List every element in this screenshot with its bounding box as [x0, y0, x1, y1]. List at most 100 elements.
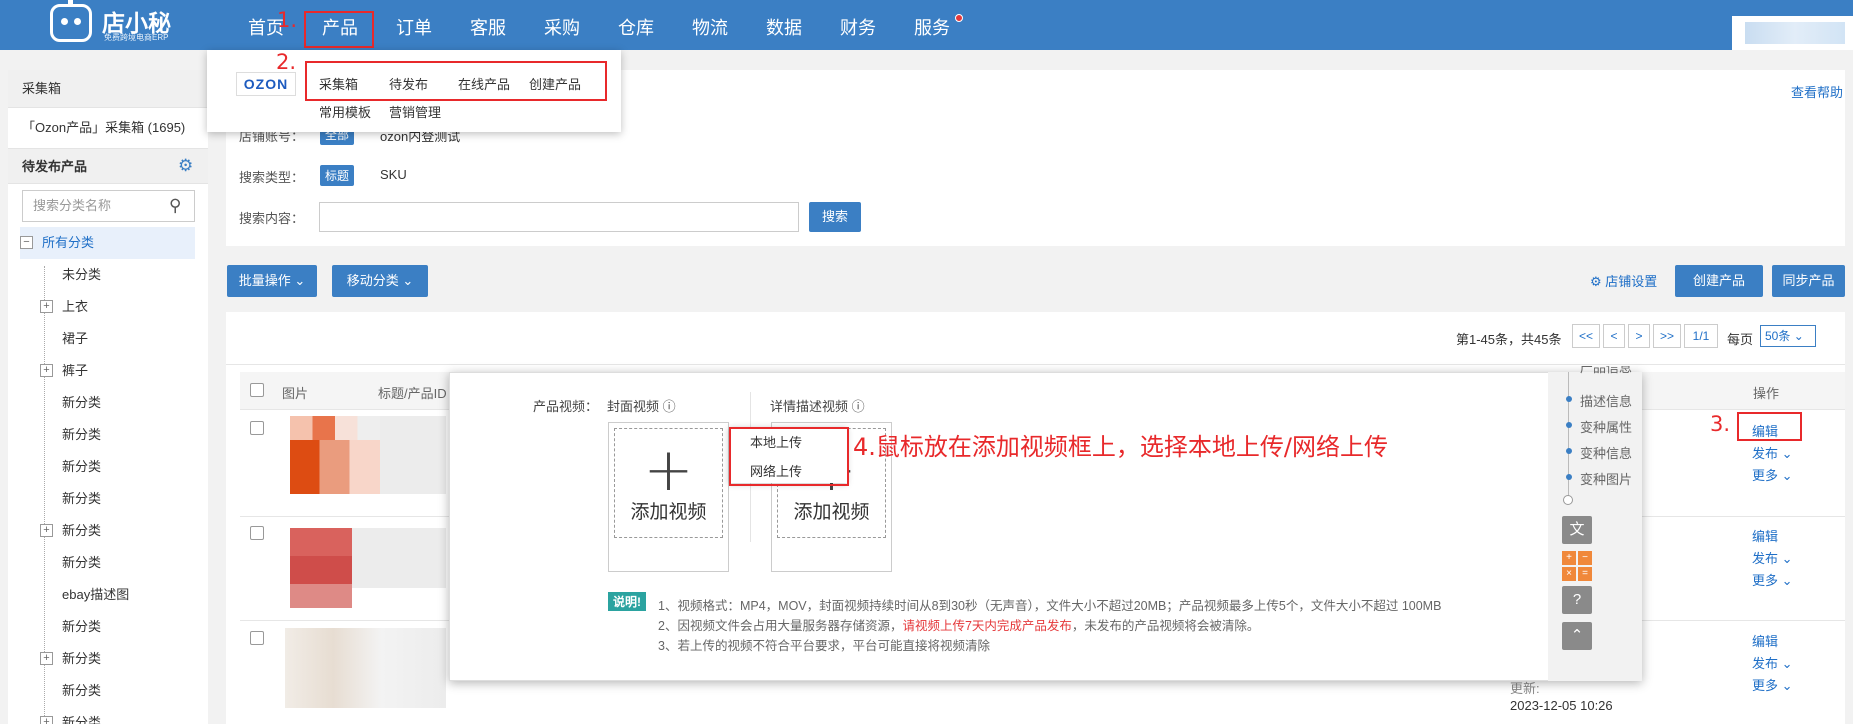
annotation-box-edit — [1737, 412, 1802, 441]
tree-item[interactable]: 新分类 — [20, 451, 195, 483]
tree-item[interactable]: 未分类 — [20, 259, 195, 291]
sidebar-item-ozon-collect[interactable]: 「Ozon产品」采集箱 (1695) — [8, 110, 208, 146]
robot-logo-icon — [50, 4, 92, 42]
gear-icon[interactable]: ⚙ — [178, 156, 193, 176]
tree-item[interactable]: + 裤子 — [20, 355, 195, 387]
tree-item[interactable]: 新分类 — [20, 547, 195, 579]
tree-root-all[interactable]: − 所有分类 — [20, 227, 195, 259]
side-nav-dot — [1566, 448, 1572, 454]
tree-item[interactable]: 新分类 — [20, 387, 195, 419]
more-link[interactable]: 更多 ⌄ — [1752, 570, 1793, 589]
logo-subtitle: 免费跨境电商ERP — [104, 33, 169, 42]
tree-item[interactable]: + 新分类 — [20, 515, 195, 547]
side-nav-product-info[interactable]: 产品信息 — [1580, 366, 1632, 376]
row-checkbox[interactable] — [250, 631, 264, 645]
batch-operations-button[interactable]: 批量操作 ⌄ — [227, 265, 317, 297]
move-category-button[interactable]: 移动分类 ⌄ — [332, 265, 428, 297]
select-all-checkbox[interactable] — [250, 383, 264, 397]
calculator-icon[interactable]: + − × = — [1562, 551, 1592, 581]
help-link[interactable]: 查看帮助 — [1791, 82, 1843, 101]
note-2-post: ，未发布的产品视频将会被清除。 — [1071, 619, 1260, 633]
row-checkbox[interactable] — [250, 526, 264, 540]
create-product-button[interactable]: 创建产品 — [1675, 265, 1763, 297]
note-3: 3、若上传的视频不符合平台要求，平台可能直接将视频清除 — [658, 639, 990, 653]
tree-item[interactable]: + 新分类 — [20, 707, 195, 724]
nav-purchase[interactable]: 采购 — [527, 0, 597, 50]
question-icon[interactable]: ? — [1562, 586, 1592, 614]
nav-finance[interactable]: 财务 — [823, 0, 893, 50]
search-content-input[interactable] — [319, 202, 799, 232]
edit-link[interactable]: 编辑 — [1752, 631, 1778, 650]
expand-icon[interactable]: + — [40, 364, 53, 377]
more-link[interactable]: 更多 ⌄ — [1752, 465, 1793, 484]
side-nav-variant-images[interactable]: 变种图片 — [1580, 469, 1632, 488]
publish-label: 发布 — [1752, 551, 1779, 566]
chevron-down-icon: ⌄ — [1778, 573, 1793, 588]
product-thumbnail-blur — [352, 528, 446, 588]
side-nav-variant-attrs[interactable]: 变种属性 — [1580, 417, 1632, 436]
more-label: 更多 — [1752, 573, 1779, 588]
user-name-blurred — [1745, 22, 1845, 44]
menu-templates[interactable]: 常用模板 — [319, 102, 371, 121]
more-label: 更多 — [1752, 678, 1779, 693]
page-prev[interactable]: < — [1603, 324, 1625, 348]
cover-video-title-text: 封面视频 — [607, 399, 660, 414]
nav-logistics[interactable]: 物流 — [675, 0, 745, 50]
nav-orders[interactable]: 订单 — [379, 0, 449, 50]
page-last[interactable]: >> — [1653, 324, 1681, 348]
tree-item[interactable]: 新分类 — [20, 419, 195, 451]
product-thumbnail[interactable] — [285, 628, 446, 708]
note-2: 2、因视频文件会占用大量服务器存储资源，请视频上传7天内完成产品发布，未发布的产… — [658, 615, 1259, 634]
publish-link[interactable]: 发布 ⌄ — [1752, 548, 1793, 567]
search-button[interactable]: 搜索 — [809, 202, 861, 232]
help-circle-icon[interactable]: ⓘ — [663, 399, 676, 414]
tree-item[interactable]: 新分类 — [20, 483, 195, 515]
publish-link[interactable]: 发布 ⌄ — [1752, 443, 1793, 462]
back-to-top-icon[interactable]: ⌃ — [1562, 622, 1592, 650]
update-time: 2023-12-05 10:26 — [1510, 698, 1613, 713]
sync-product-button[interactable]: 同步产品 — [1772, 265, 1845, 297]
side-nav-dot — [1566, 422, 1572, 428]
nav-customer-service[interactable]: 客服 — [453, 0, 523, 50]
tree-item[interactable]: 裙子 — [20, 323, 195, 355]
tree-item[interactable]: + 上衣 — [20, 291, 195, 323]
annotation-box-dropdown — [729, 427, 849, 486]
expand-icon[interactable]: + — [40, 716, 53, 724]
tree-item[interactable]: ebay描述图 — [20, 579, 195, 611]
side-nav-variant-info[interactable]: 变种信息 — [1580, 443, 1632, 462]
help-circle-icon[interactable]: ⓘ — [852, 399, 865, 414]
per-page-select[interactable]: 50条 ⌄ — [1760, 325, 1816, 347]
nav-services[interactable]: 服务 — [897, 0, 967, 50]
annotation-step3: 3. — [1710, 412, 1731, 436]
page-first[interactable]: << — [1572, 324, 1600, 348]
collapse-icon[interactable]: − — [20, 236, 33, 249]
row-checkbox[interactable] — [250, 421, 264, 435]
tree-item[interactable]: + 新分类 — [20, 643, 195, 675]
annotation-step2: 2. — [276, 50, 297, 74]
side-nav-description[interactable]: 描述信息 — [1580, 391, 1632, 410]
side-nav-dot — [1566, 396, 1572, 402]
nav-warehouse[interactable]: 仓库 — [601, 0, 671, 50]
expand-icon[interactable]: + — [40, 300, 53, 313]
menu-marketing[interactable]: 营销管理 — [389, 102, 441, 121]
product-thumbnail[interactable] — [290, 528, 352, 608]
app-logo[interactable]: 店小秘 免费跨境电商ERP — [50, 0, 190, 50]
translate-icon[interactable]: 文 — [1562, 516, 1592, 544]
nav-data[interactable]: 数据 — [749, 0, 819, 50]
search-icon[interactable]: ⚲ — [169, 196, 181, 216]
more-link[interactable]: 更多 ⌄ — [1752, 675, 1793, 694]
tree-item[interactable]: 新分类 — [20, 611, 195, 643]
note-tag: 说明! — [608, 592, 646, 611]
search-type-sku[interactable]: SKU — [380, 167, 407, 182]
page-next[interactable]: > — [1628, 324, 1650, 348]
shop-settings-link[interactable]: ⚙ 店铺设置 — [1590, 271, 1657, 290]
tree-item[interactable]: 新分类 — [20, 675, 195, 707]
search-type-title-tag[interactable]: 标题 — [320, 165, 355, 186]
ozon-logo[interactable]: OZON — [236, 72, 296, 96]
chevron-down-icon: ⌄ — [1778, 551, 1793, 566]
expand-icon[interactable]: + — [40, 652, 53, 665]
edit-link[interactable]: 编辑 — [1752, 526, 1778, 545]
side-nav-end-dot — [1563, 495, 1573, 505]
expand-icon[interactable]: + — [40, 524, 53, 537]
publish-link[interactable]: 发布 ⌄ — [1752, 653, 1793, 672]
